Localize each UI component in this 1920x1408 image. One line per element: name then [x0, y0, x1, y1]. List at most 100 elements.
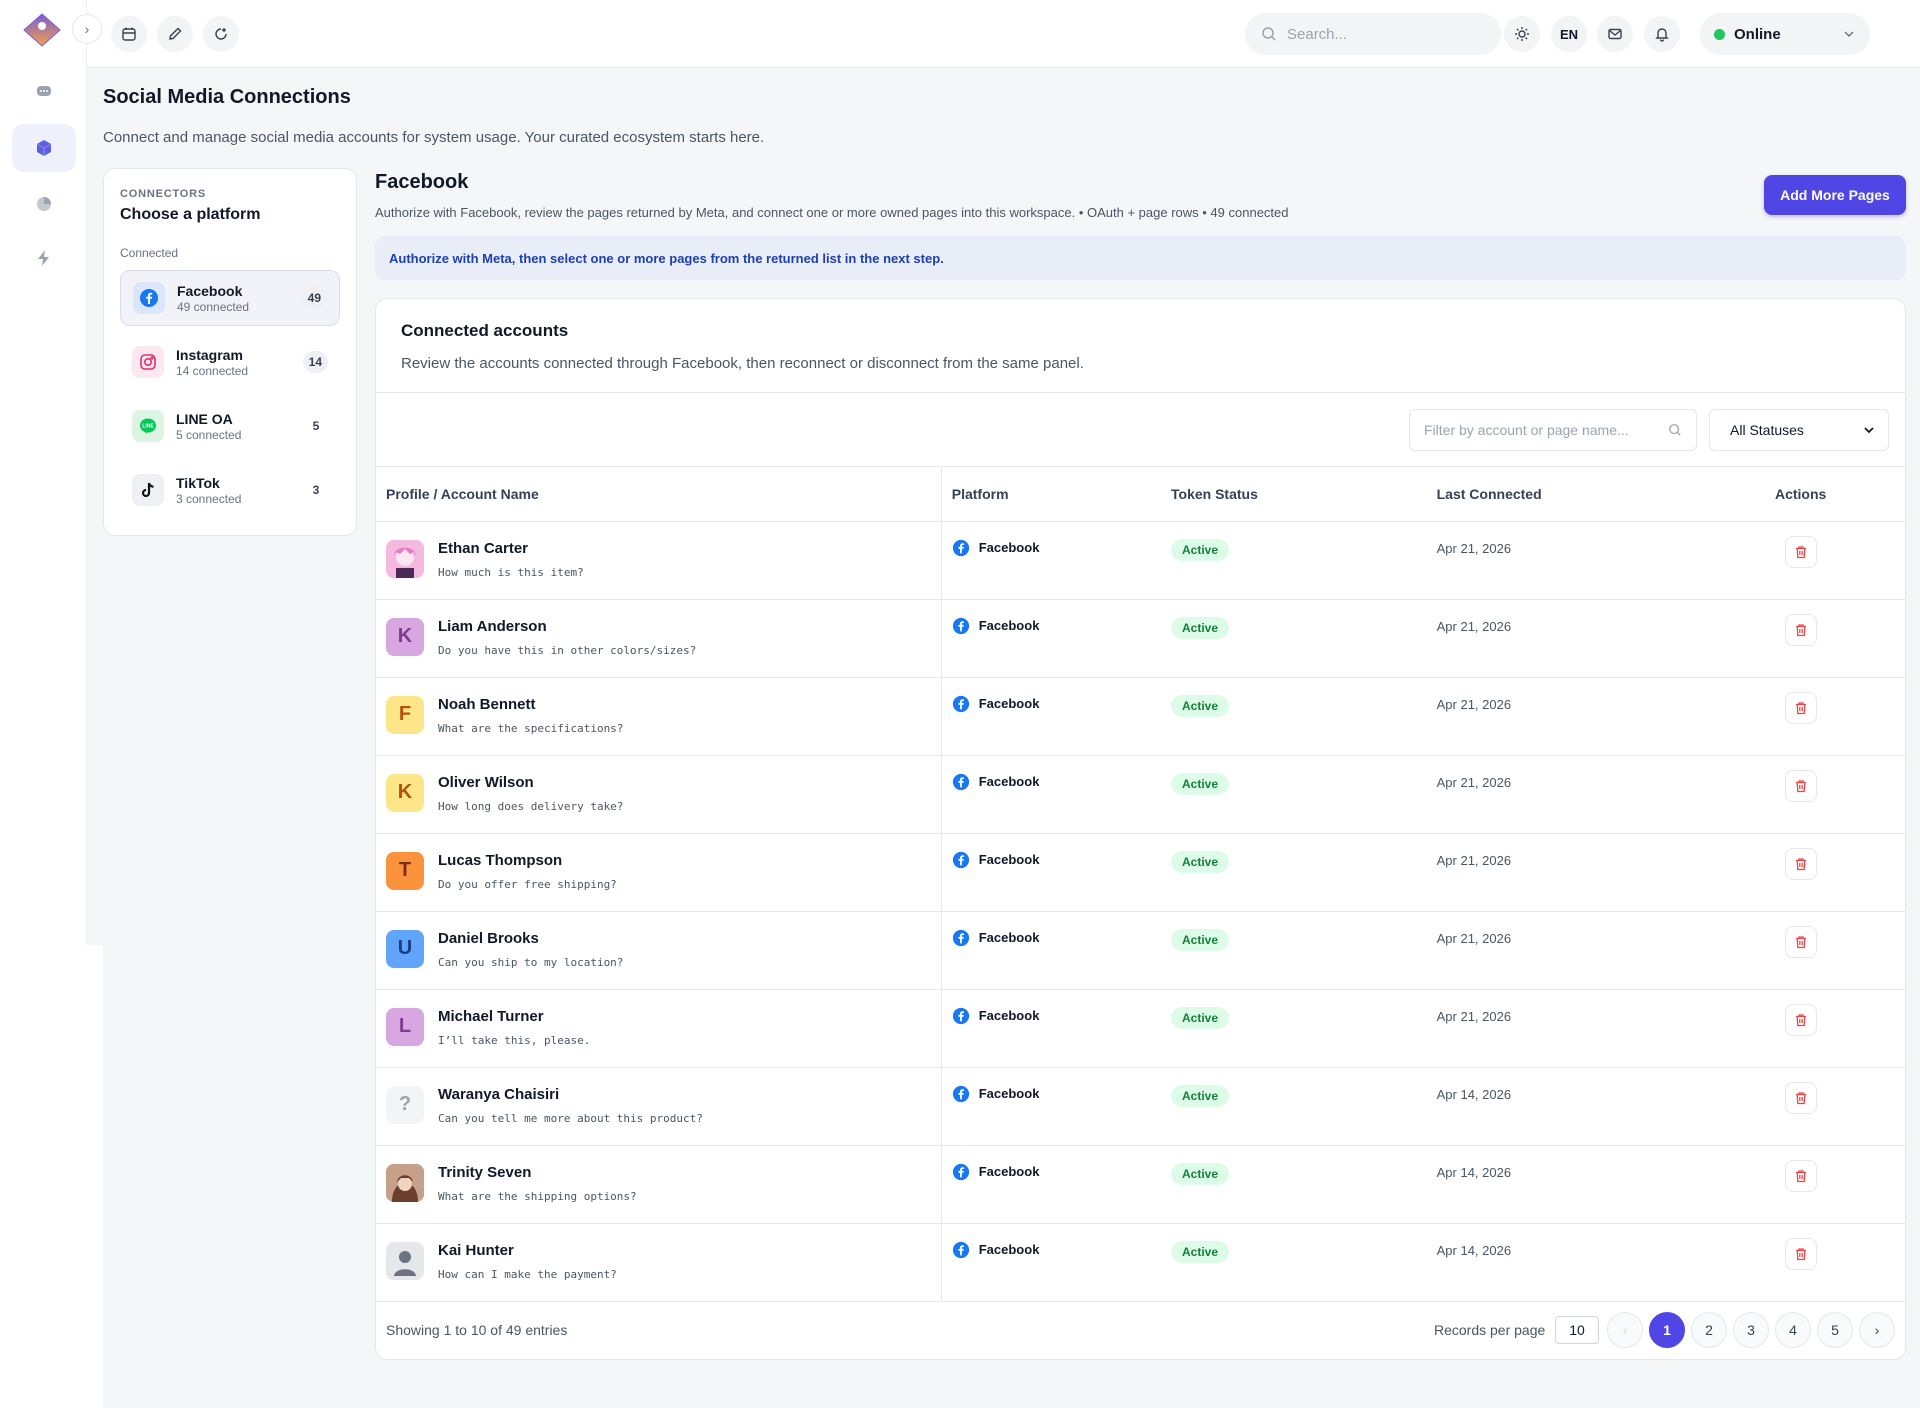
expand-sidebar-chevron-icon[interactable]: › [72, 14, 102, 44]
table-row[interactable]: Ethan Carter How much is this item? Facebo… [376, 521, 1905, 600]
global-search[interactable] [1245, 13, 1501, 55]
table-row[interactable]: K Liam Anderson Do you have this in other … [376, 599, 1905, 678]
connector-instagram[interactable]: Instagram 14 connected 14 [120, 334, 340, 390]
account-name[interactable]: Ethan Carter [438, 540, 584, 557]
online-status-dropdown[interactable]: Online [1700, 13, 1870, 55]
edit-pencil-icon[interactable] [157, 16, 193, 52]
column-header-last-connected[interactable]: Last Connected [1426, 467, 1697, 522]
table-row[interactable]: ? Waranya Chaisiri Can you tell me more ab… [376, 1067, 1905, 1146]
account-name[interactable]: Noah Bennett [438, 696, 623, 713]
connector-facebook[interactable]: Facebook 49 connected 49 [120, 270, 340, 326]
rail-pie-chart-icon[interactable] [12, 180, 76, 228]
prev-page-chevron-icon[interactable]: ‹ [1607, 1311, 1643, 1348]
account-name[interactable]: Kai Hunter [438, 1242, 617, 1259]
delete-trash-icon[interactable] [1784, 1159, 1817, 1192]
avatar [386, 539, 424, 578]
last-connected-date: Apr 14, 2026 [1436, 1086, 1512, 1102]
status-label: Online [1734, 25, 1781, 43]
account-name[interactable]: Michael Turner [438, 1008, 590, 1025]
table-row[interactable]: L Michael Turner I’ll take this, please. Fa… [376, 989, 1905, 1068]
avatar: ? [386, 1085, 424, 1124]
next-page-chevron-icon[interactable]: › [1859, 1311, 1895, 1348]
platform-description: Authorize with Facebook, review the page… [375, 205, 1289, 220]
page-button-4[interactable]: 4 [1775, 1311, 1811, 1348]
last-connected-date: Apr 21, 2026 [1436, 852, 1512, 868]
mail-icon[interactable] [1597, 16, 1633, 52]
page-button-3[interactable]: 3 [1733, 1311, 1769, 1348]
connector-tiktok[interactable]: TikTok 3 connected 3 [120, 462, 340, 518]
rail-footer [0, 945, 103, 1408]
column-header-platform[interactable]: Platform [941, 467, 1161, 522]
connector-badge: 49 [301, 287, 327, 309]
delete-trash-icon[interactable] [1784, 847, 1817, 880]
status-filter-select[interactable]: All Statuses [1709, 409, 1889, 451]
platform-label: Facebook [978, 618, 1040, 633]
delete-trash-icon[interactable] [1784, 1081, 1817, 1114]
search-input[interactable] [1287, 25, 1477, 43]
page-button-2[interactable]: 2 [1691, 1311, 1727, 1348]
column-header-profile[interactable]: Profile / Account Name [376, 467, 942, 522]
account-last-message: Do you have this in other colors/sizes? [438, 643, 697, 657]
theme-sun-icon[interactable] [1504, 16, 1540, 52]
table-row[interactable]: U Daniel Brooks Can you ship to my locatio… [376, 911, 1905, 990]
account-last-message: How long does delivery take? [438, 799, 624, 813]
add-more-pages-button[interactable]: Add More Pages [1764, 175, 1906, 215]
rail-cube-icon[interactable] [12, 124, 76, 172]
delete-trash-icon[interactable] [1784, 1003, 1817, 1036]
last-connected-date: Apr 21, 2026 [1436, 696, 1512, 712]
calendar-icon[interactable] [111, 16, 147, 52]
delete-trash-icon[interactable] [1784, 1237, 1817, 1270]
page-title: Social Media Connections [103, 86, 351, 108]
account-name[interactable]: Liam Anderson [438, 618, 696, 635]
notification-bell-icon[interactable] [1644, 16, 1680, 52]
instagram-icon [132, 346, 164, 378]
status-badge: Active [1171, 1162, 1230, 1185]
connector-badge: 5 [312, 419, 320, 433]
table-row[interactable]: Trinity Seven What are the shipping optio… [376, 1145, 1905, 1224]
connector-count: 49 connected [177, 299, 250, 314]
page-button-5[interactable]: 5 [1817, 1311, 1853, 1348]
delete-trash-icon[interactable] [1784, 925, 1817, 958]
avatar [386, 1163, 424, 1202]
facebook-icon [952, 773, 970, 791]
delete-trash-icon[interactable] [1784, 613, 1817, 646]
delete-trash-icon[interactable] [1784, 769, 1817, 802]
table-row[interactable]: Kai Hunter How can I make the payment? Fac… [376, 1223, 1905, 1302]
account-name[interactable]: Lucas Thompson [438, 852, 617, 869]
account-name[interactable]: Daniel Brooks [438, 930, 623, 947]
table-row[interactable]: F Noah Bennett What are the specifications… [376, 677, 1905, 756]
platform-label: Facebook [978, 1164, 1040, 1179]
records-per-page-label: Records per page [1434, 1321, 1546, 1338]
connector-badge: 3 [312, 483, 320, 497]
rail-bolt-icon[interactable] [12, 234, 76, 282]
delete-trash-icon[interactable] [1784, 535, 1817, 568]
account-last-message: I’ll take this, please. [438, 1033, 591, 1047]
account-name[interactable]: Trinity Seven [438, 1164, 637, 1181]
facebook-icon [952, 851, 970, 869]
avatar-initial: ? [398, 1093, 412, 1115]
online-dot [1714, 28, 1725, 40]
account-name[interactable]: Waranya Chaisiri [438, 1086, 703, 1103]
connector-name: LINE OA [176, 410, 233, 427]
new-chat-icon[interactable] [203, 16, 239, 52]
connector-line-oa[interactable]: LINE LINE OA 5 connected 5 [120, 398, 340, 454]
column-header-token-status[interactable]: Token Status [1161, 467, 1427, 522]
account-filter-input[interactable] [1424, 422, 1668, 438]
connectors-card: CONNECTORS Choose a platform Connected F… [103, 168, 357, 536]
account-name[interactable]: Oliver Wilson [438, 774, 623, 791]
avatar: U [386, 929, 424, 968]
records-per-page-input[interactable]: 10 [1555, 1315, 1599, 1344]
pagination-bar: Showing 1 to 10 of 49 entries Records pe… [376, 1302, 1905, 1360]
status-badge: Active [1171, 850, 1230, 873]
language-switch[interactable]: EN [1551, 16, 1587, 52]
page-button-1[interactable]: 1 [1649, 1311, 1685, 1348]
connected-accounts-panel: Connected accounts Review the accounts c… [375, 298, 1906, 1360]
connector-count: 14 connected [176, 363, 249, 378]
table-row[interactable]: T Lucas Thompson Do you offer free shippin… [376, 833, 1905, 912]
account-filter[interactable] [1409, 409, 1697, 451]
table-row[interactable]: K Oliver Wilson How long does delivery tak… [376, 755, 1905, 834]
status-badge: Active [1171, 928, 1230, 951]
app-logo[interactable] [22, 12, 62, 48]
delete-trash-icon[interactable] [1784, 691, 1817, 724]
rail-chat-icon[interactable] [12, 68, 76, 116]
